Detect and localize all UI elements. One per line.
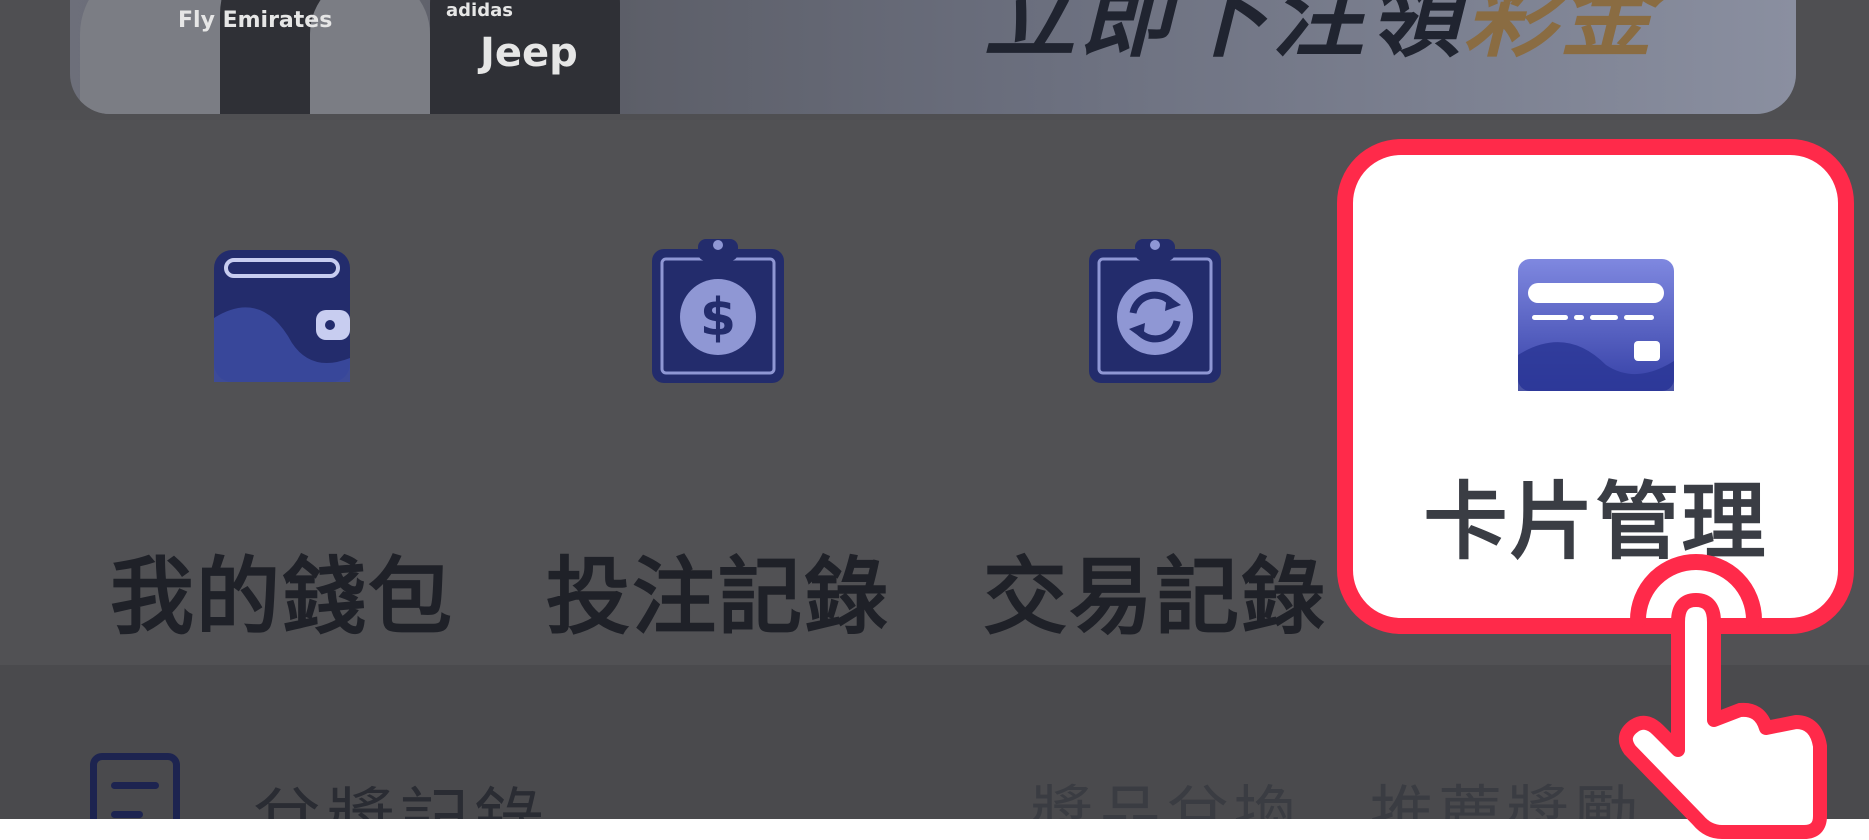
menu-item-transaction-records[interactable]: 交易記錄 <box>955 200 1355 646</box>
brand-logo: Jeep <box>480 30 578 76</box>
brand-logo: Fly Emirates <box>178 8 333 33</box>
banner-headline: 立即下注領彩金 <box>984 0 1656 75</box>
menu-item-wallet[interactable]: 我的錢包 <box>82 200 482 646</box>
list-item-redeem-records[interactable]: 兌獎記錄 獎品兌換、推薦獎勵 <box>0 665 1869 819</box>
pointing-hand-icon <box>1618 554 1827 839</box>
document-icon <box>90 753 180 819</box>
promo-banner[interactable]: Fly Emirates adidas Jeep 立即下注領彩金 <box>70 0 1796 114</box>
list-item-title: 兌獎記錄 <box>252 765 548 819</box>
banner-headline-main: 立即下注領 <box>983 0 1464 70</box>
menu-label-transaction-records: 交易記錄 <box>982 548 1327 646</box>
clipboard-dollar-icon: $ <box>652 239 784 383</box>
svg-text:$: $ <box>700 288 736 348</box>
credit-card-icon <box>1517 259 1674 391</box>
list-item-description: 獎品兌換、推薦獎勵 <box>1030 780 1642 819</box>
menu-label-bet-records: 投注記錄 <box>545 548 890 646</box>
menu-item-bet-records[interactable]: $ 投注記錄 <box>518 200 918 646</box>
menu-label-wallet: 我的錢包 <box>109 548 454 646</box>
banner-headline-accent: 彩金 <box>1463 0 1656 70</box>
clipboard-refresh-icon <box>1089 239 1221 383</box>
wallet-icon <box>214 250 350 382</box>
brand-logo: adidas <box>446 0 513 21</box>
